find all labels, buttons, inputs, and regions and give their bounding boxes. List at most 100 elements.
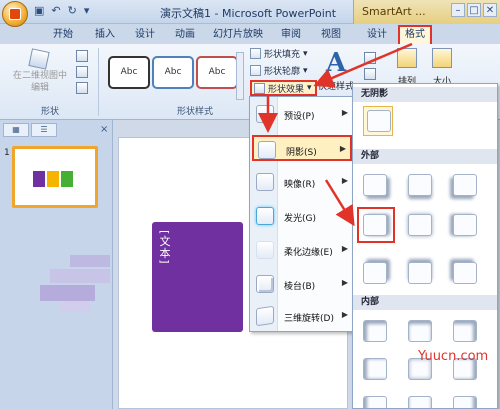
inner-heading: 内部 bbox=[353, 295, 497, 310]
menu-item-soft-edges[interactable]: 柔化边缘(E) ▶ bbox=[252, 237, 352, 263]
text-fill-icon[interactable] bbox=[364, 52, 376, 64]
smaller-icon[interactable] bbox=[76, 82, 88, 94]
shadow-inner-3[interactable] bbox=[453, 320, 477, 342]
edit-in-2d-button[interactable]: 在二维视图中编辑 bbox=[10, 70, 70, 94]
close-icon[interactable]: ✕ bbox=[483, 3, 497, 17]
title-bar: ▣ ↶ ↻ ▾ 演示文稿1 - Microsoft PowerPoint Sma… bbox=[0, 0, 500, 27]
qat-dropdown-icon[interactable]: ▾ bbox=[84, 4, 90, 18]
menu-item-label: 三维旋转(D) bbox=[284, 314, 334, 324]
shadow-inner-1[interactable] bbox=[363, 320, 387, 342]
size-icon bbox=[432, 48, 452, 68]
shapes-group-label: 形状 bbox=[40, 107, 59, 117]
shadow-inner-7[interactable] bbox=[363, 396, 387, 408]
tab-slideshow[interactable]: 幻灯片放映 bbox=[208, 27, 268, 44]
shadow-inner-9[interactable] bbox=[453, 396, 477, 408]
menu-item-label: 柔化边缘(E) bbox=[284, 248, 333, 258]
shadow-outer-3[interactable] bbox=[453, 174, 477, 196]
ribbon-tabs: 开始 插入 设计 动画 幻灯片放映 审阅 视图 设计 格式 bbox=[0, 24, 500, 44]
shape-fill-button[interactable]: 形状填充 ▾ bbox=[250, 47, 308, 60]
larger-icon[interactable] bbox=[76, 66, 88, 78]
office-button[interactable] bbox=[2, 1, 28, 27]
slides-tab[interactable]: ▦ bbox=[3, 123, 29, 137]
shape-styles-group-label: 形状样式 bbox=[176, 107, 213, 117]
outer-heading: 外部 bbox=[353, 149, 497, 164]
tab-animation[interactable]: 动画 bbox=[168, 27, 202, 44]
change-shape-icon[interactable] bbox=[76, 50, 88, 62]
shape-style-2[interactable]: Abc bbox=[152, 56, 194, 89]
maximize-icon[interactable]: □ bbox=[467, 3, 481, 17]
shape-outline-button[interactable]: 形状轮廓 ▾ bbox=[250, 64, 308, 77]
menu-item-bevel[interactable]: 棱台(B) ▶ bbox=[252, 271, 352, 297]
panel-tabs: ▦ ☰ bbox=[3, 123, 57, 137]
submenu-arrow-icon: ▶ bbox=[341, 108, 348, 117]
save-icon[interactable]: ▣ bbox=[34, 4, 44, 18]
minimize-icon[interactable]: – bbox=[451, 3, 465, 17]
shadow-outer-5[interactable] bbox=[408, 214, 432, 236]
tab-home[interactable]: 开始 bbox=[44, 27, 82, 44]
shadow-inner-2[interactable] bbox=[408, 320, 432, 342]
thumb-shape bbox=[33, 171, 45, 187]
quick-styles-button[interactable]: 快速样式 bbox=[318, 79, 354, 92]
tab-format[interactable]: 格式 bbox=[398, 25, 432, 44]
shadow-inner-4[interactable] bbox=[363, 358, 387, 380]
edit-2d-icon bbox=[28, 48, 50, 70]
shadow-icon bbox=[258, 141, 276, 159]
tab-view[interactable]: 视图 bbox=[314, 27, 348, 44]
shape-effects-button[interactable]: 形状效果 ▾ bbox=[250, 80, 317, 96]
slide-thumbnail[interactable] bbox=[12, 146, 98, 208]
shape-style-1[interactable]: Abc bbox=[108, 56, 150, 89]
shape-outline-label: 形状轮廓 bbox=[264, 67, 301, 77]
glow-icon bbox=[256, 207, 274, 225]
shape-effects-menu: 预设(P) ▶ 阴影(S) ▶ 映像(R) ▶ 发光(G) ▶ 柔化边缘(E) … bbox=[249, 96, 354, 332]
shape-fill-label: 形状填充 bbox=[264, 50, 301, 60]
office-logo-icon bbox=[9, 8, 21, 20]
tab-review[interactable]: 审阅 bbox=[274, 27, 308, 44]
no-shadow-swatch bbox=[367, 110, 391, 132]
tab-insert[interactable]: 插入 bbox=[88, 27, 122, 44]
menu-item-glow[interactable]: 发光(G) ▶ bbox=[252, 203, 352, 229]
redo-icon[interactable]: ↻ bbox=[68, 4, 77, 18]
blurred-shapes bbox=[40, 255, 130, 315]
shape-effects-label: 形状效果 bbox=[268, 84, 305, 95]
submenu-arrow-icon: ▶ bbox=[341, 310, 348, 319]
menu-item-label: 发光(G) bbox=[284, 214, 316, 224]
shadow-outer-6[interactable] bbox=[453, 214, 477, 236]
no-shadow-option[interactable] bbox=[363, 106, 393, 136]
effects-icon bbox=[254, 82, 265, 94]
panel-close-icon[interactable]: × bbox=[100, 124, 108, 135]
menu-item-preset[interactable]: 预设(P) ▶ bbox=[252, 101, 352, 127]
text-outline-icon[interactable] bbox=[364, 68, 376, 80]
menu-item-shadow[interactable]: 阴影(S) ▶ bbox=[252, 135, 352, 161]
shadow-outer-1[interactable] bbox=[363, 174, 387, 196]
reflection-icon bbox=[256, 173, 274, 191]
menu-item-label: 映像(R) bbox=[284, 180, 316, 190]
arrange-icon bbox=[397, 48, 417, 68]
group-divider bbox=[98, 48, 99, 116]
menu-item-reflection[interactable]: 映像(R) ▶ bbox=[252, 169, 352, 195]
shadow-outer-9[interactable] bbox=[453, 262, 477, 284]
menu-item-label: 阴影(S) bbox=[286, 148, 317, 158]
tab-design[interactable]: 设计 bbox=[128, 27, 162, 44]
shadow-outer-7[interactable] bbox=[363, 262, 387, 284]
undo-icon[interactable]: ↶ bbox=[51, 4, 60, 18]
thumb-shape bbox=[47, 171, 59, 187]
shadow-inner-8[interactable] bbox=[408, 396, 432, 408]
wordart-a-icon[interactable]: A bbox=[326, 48, 346, 78]
outline-tab[interactable]: ☰ bbox=[31, 123, 57, 137]
shadow-outer-4[interactable] bbox=[363, 214, 387, 236]
menu-item-3d-rotation[interactable]: 三维旋转(D) ▶ bbox=[252, 303, 352, 329]
shape-style-3[interactable]: Abc bbox=[196, 56, 238, 89]
window-controls: – □ ✕ bbox=[451, 3, 497, 17]
shadow-outer-8[interactable] bbox=[408, 262, 432, 284]
shadow-outer-2[interactable] bbox=[408, 174, 432, 196]
bevel-icon bbox=[256, 275, 274, 293]
tab-smartart-design[interactable]: 设计 bbox=[360, 27, 394, 44]
menu-item-label: 棱台(B) bbox=[284, 282, 316, 292]
context-group-label: SmartArt ... bbox=[362, 5, 426, 18]
style-gallery-scroll[interactable] bbox=[236, 52, 244, 100]
shape-text[interactable]: [文本] bbox=[156, 230, 172, 265]
size-button[interactable]: 大小 bbox=[428, 48, 456, 87]
submenu-arrow-icon: ▶ bbox=[341, 176, 348, 185]
3d-rotation-icon bbox=[256, 305, 274, 327]
arrange-button[interactable]: 排列 bbox=[393, 48, 421, 87]
